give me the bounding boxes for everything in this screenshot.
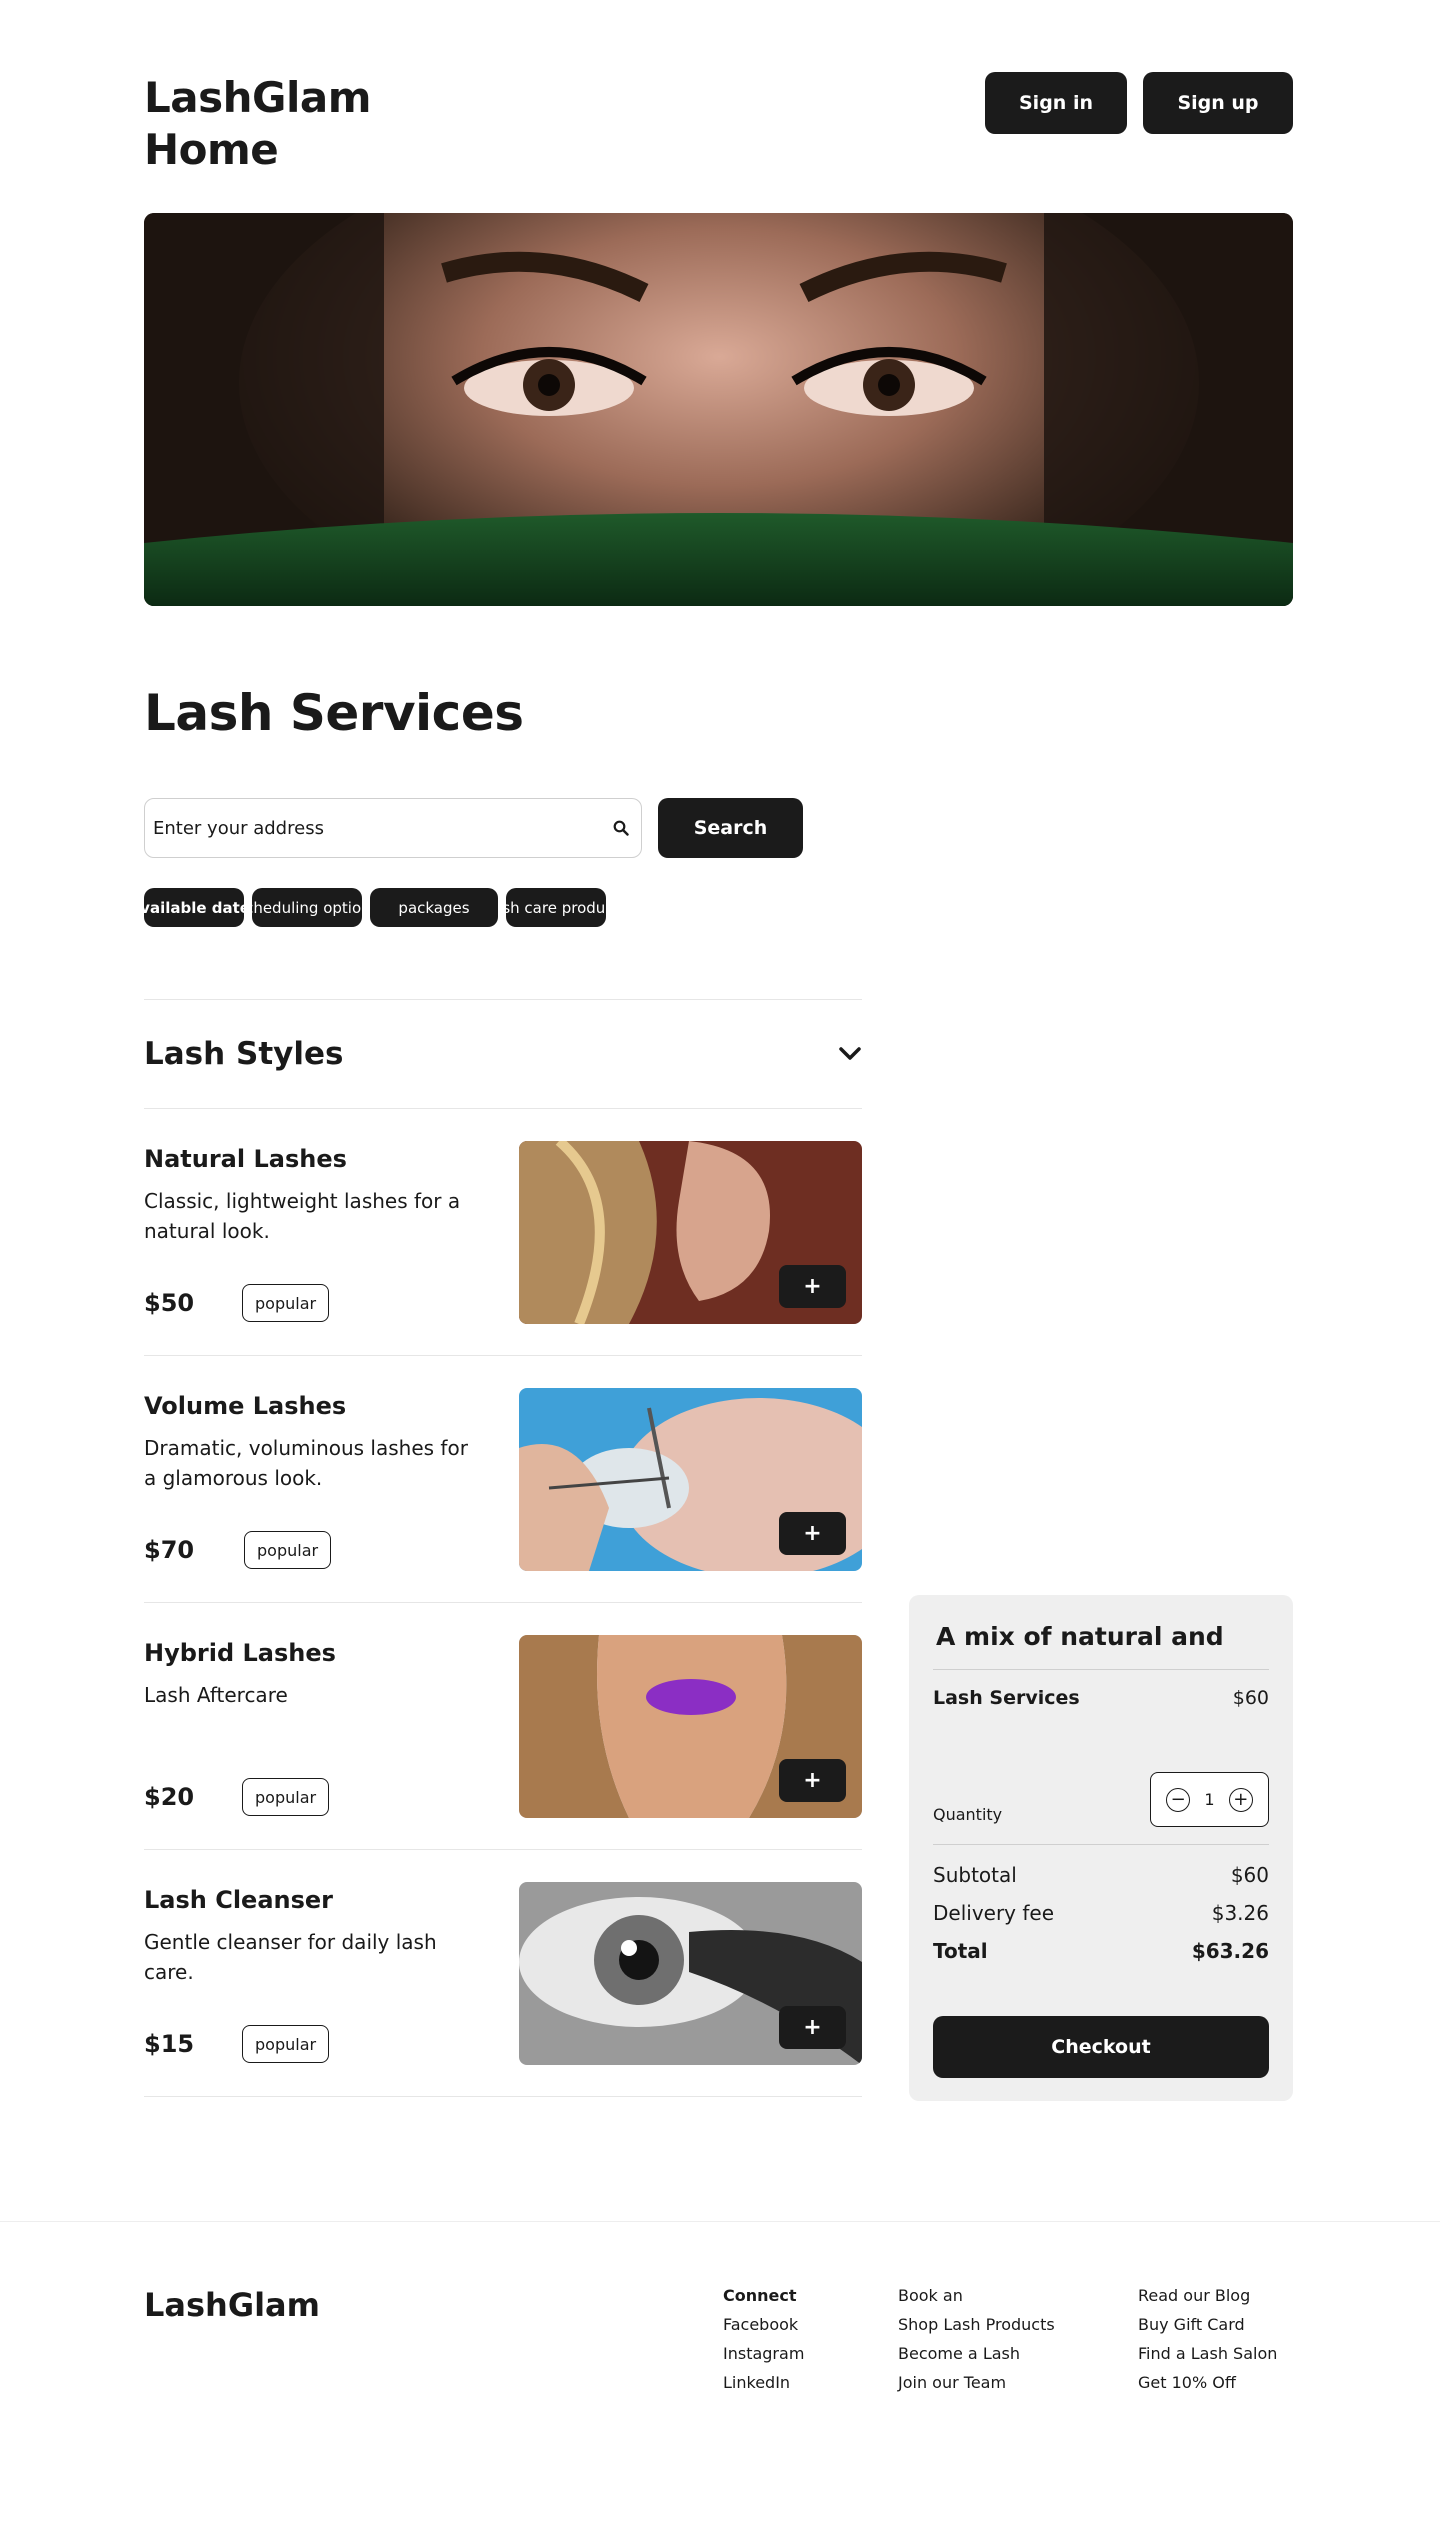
hero-image — [144, 213, 1293, 606]
item-image: + — [519, 1882, 862, 2065]
popular-badge: popular — [242, 1284, 330, 1322]
sign-in-button[interactable]: Sign in — [985, 72, 1127, 134]
address-input[interactable] — [153, 817, 613, 839]
auth-buttons: Sign in Sign up — [985, 72, 1293, 134]
chip-lash-care-products[interactable]: Lash care products — [506, 888, 606, 927]
add-to-cart-button[interactable]: + — [779, 1265, 846, 1308]
footer-link-discount[interactable]: Get 10% Off — [1138, 2373, 1277, 2392]
search-row: Search — [144, 798, 803, 858]
footer-divider — [0, 2221, 1440, 2222]
chip-available-dates[interactable]: Available dates — [144, 888, 244, 927]
item-price: $50 — [144, 1289, 195, 1317]
item-name: Volume Lashes — [144, 1392, 347, 1420]
footer-column-more: Read our Blog Buy Gift Card Find a Lash … — [1138, 2286, 1277, 2392]
search-button[interactable]: Search — [658, 798, 803, 858]
chip-label: Scheduling options — [252, 898, 362, 917]
add-to-cart-button[interactable]: + — [779, 1759, 846, 1802]
cart-service-price: $60 — [1232, 1687, 1269, 1709]
divider — [933, 1669, 1269, 1670]
address-search-box — [144, 798, 642, 858]
footer-column-connect: Connect Facebook Instagram LinkedIn — [723, 2286, 804, 2392]
divider — [933, 1844, 1269, 1845]
popular-badge: popular — [244, 1531, 332, 1569]
services-heading: Lash Services — [144, 684, 524, 742]
footer-link-blog[interactable]: Read our Blog — [1138, 2286, 1277, 2305]
footer-link-gift-card[interactable]: Buy Gift Card — [1138, 2315, 1277, 2334]
lash-styles-title: Lash Styles — [144, 1036, 344, 1072]
minus-icon[interactable]: − — [1166, 1787, 1191, 1812]
quantity-stepper: − 1 + — [1150, 1772, 1269, 1827]
subtotal-row: Subtotal $60 — [933, 1863, 1269, 1887]
delivery-row: Delivery fee $3.26 — [933, 1901, 1269, 1925]
footer-link-become[interactable]: Become a Lash — [898, 2344, 1055, 2363]
footer-link-find-salon[interactable]: Find a Lash Salon — [1138, 2344, 1277, 2363]
item-description: Lash Aftercare — [144, 1683, 288, 1707]
item-name: Natural Lashes — [144, 1145, 347, 1173]
item-description: Classic, lightweight lashes for a natura… — [144, 1189, 461, 1243]
chip-scheduling-options[interactable]: Scheduling options — [252, 888, 362, 927]
item-price: $20 — [144, 1783, 195, 1811]
chevron-down-icon[interactable] — [838, 1046, 862, 1062]
popular-badge: popular — [242, 1778, 330, 1816]
subtotal-value: $60 — [1230, 1863, 1269, 1887]
site-header: LashGlam Home Sign in Sign up — [144, 72, 1293, 182]
list-item: Hybrid Lashes Lash Aftercare $20 popular… — [144, 1603, 862, 1850]
cart-service-name: Lash Services — [933, 1687, 1080, 1709]
quantity-value: 1 — [1204, 1790, 1215, 1809]
item-price: $15 — [144, 2030, 195, 2058]
plus-icon[interactable]: + — [1228, 1787, 1253, 1812]
total-label: Total — [933, 1939, 988, 1963]
lash-styles-accordion[interactable]: Lash Styles — [144, 999, 862, 1109]
item-image: + — [519, 1388, 862, 1571]
cart-summary: A mix of natural and Lash Services $60 Q… — [909, 1595, 1293, 2101]
footer-link-linkedin[interactable]: LinkedIn — [723, 2373, 804, 2392]
list-item: Volume Lashes Dramatic, voluminous lashe… — [144, 1356, 862, 1603]
add-to-cart-button[interactable]: + — [779, 1512, 846, 1555]
chip-label: Lash care products — [506, 898, 606, 917]
total-value: $63.26 — [1191, 1939, 1269, 1963]
hero-eyes-photo — [144, 213, 1293, 606]
item-name: Lash Cleanser — [144, 1886, 334, 1914]
cart-title: A mix of natural and — [936, 1622, 1224, 1651]
footer-column-services: Book an Shop Lash Products Become a Lash… — [898, 2286, 1055, 2392]
footer-link-book[interactable]: Book an — [898, 2286, 1055, 2305]
item-image: + — [519, 1141, 862, 1324]
footer-heading: Connect — [723, 2286, 797, 2305]
footer-link-join[interactable]: Join our Team — [898, 2373, 1055, 2392]
delivery-value: $3.26 — [1211, 1901, 1269, 1925]
subtotal-label: Subtotal — [933, 1863, 1017, 1887]
delivery-label: Delivery fee — [933, 1901, 1055, 1925]
add-to-cart-button[interactable]: + — [779, 2006, 846, 2049]
item-description: Gentle cleanser for daily lash care. — [144, 1930, 437, 1984]
footer-link-shop[interactable]: Shop Lash Products — [898, 2315, 1055, 2334]
item-name: Hybrid Lashes — [144, 1639, 336, 1667]
popular-badge: popular — [242, 2025, 330, 2063]
list-item: Lash Cleanser Gentle cleanser for daily … — [144, 1850, 862, 2097]
page-title: LashGlam Home — [144, 73, 371, 174]
magnifier-icon[interactable] — [613, 820, 629, 836]
list-item: Natural Lashes Classic, lightweight lash… — [144, 1109, 862, 1356]
sign-up-button[interactable]: Sign up — [1143, 72, 1293, 134]
filter-chips: Available dates Scheduling options packa… — [144, 888, 606, 927]
chip-label: packages — [398, 898, 470, 917]
chip-label: Available dates — [144, 898, 244, 917]
quantity-label: Quantity — [933, 1805, 1003, 1824]
lash-styles-section: Lash Styles Natural Lashes Classic, ligh… — [144, 999, 862, 2097]
item-price: $70 — [144, 1536, 195, 1564]
checkout-button[interactable]: Checkout — [933, 2016, 1269, 2078]
footer-logo: LashGlam — [144, 2286, 320, 2324]
total-row: Total $63.26 — [933, 1939, 1269, 1963]
chip-packages[interactable]: packages — [370, 888, 498, 927]
footer-link-instagram[interactable]: Instagram — [723, 2344, 804, 2363]
footer-link-facebook[interactable]: Facebook — [723, 2315, 804, 2334]
item-description: Dramatic, voluminous lashes for a glamor… — [144, 1436, 468, 1490]
item-image: + — [519, 1635, 862, 1818]
